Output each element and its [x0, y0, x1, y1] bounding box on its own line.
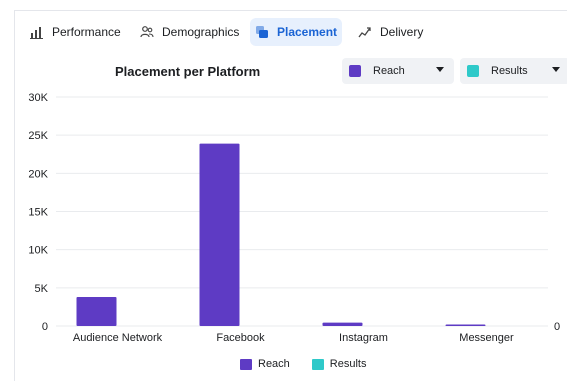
x-tick-label: Messenger	[459, 332, 514, 344]
y-tick-label: 15K	[28, 207, 48, 219]
y-tick-label: 25K	[28, 130, 48, 142]
x-tick-label: Facebook	[216, 332, 265, 344]
legend-item-results[interactable]: Results	[311, 358, 367, 370]
x-tick-label: Audience Network	[73, 332, 163, 344]
legend-item-reach[interactable]: Reach	[240, 358, 290, 370]
x-tick-label: Instagram	[339, 332, 388, 344]
bar-chart: 0 5K 10K 15K 20K 25K 30K 0 Audience Network Faceb…	[28, 92, 560, 344]
y-tick-label: 10K	[28, 245, 48, 257]
y-tick-label: 20K	[28, 168, 48, 180]
y-tick-label: 0	[42, 321, 48, 333]
legend-swatch-results	[311, 358, 324, 370]
legend-label-reach: Reach	[258, 358, 290, 370]
legend-label-results: Results	[329, 358, 367, 370]
bar-reach-messenger	[445, 324, 486, 326]
legend-swatch-reach	[240, 358, 252, 370]
y-tick-label: 5K	[35, 283, 49, 295]
bar-reach-audience-network	[76, 296, 117, 326]
bar-reach-facebook	[199, 143, 240, 326]
bar-reach-instagram	[322, 322, 363, 326]
y-tick-label: 30K	[28, 92, 48, 104]
y2-tick-label: 0	[554, 321, 560, 333]
